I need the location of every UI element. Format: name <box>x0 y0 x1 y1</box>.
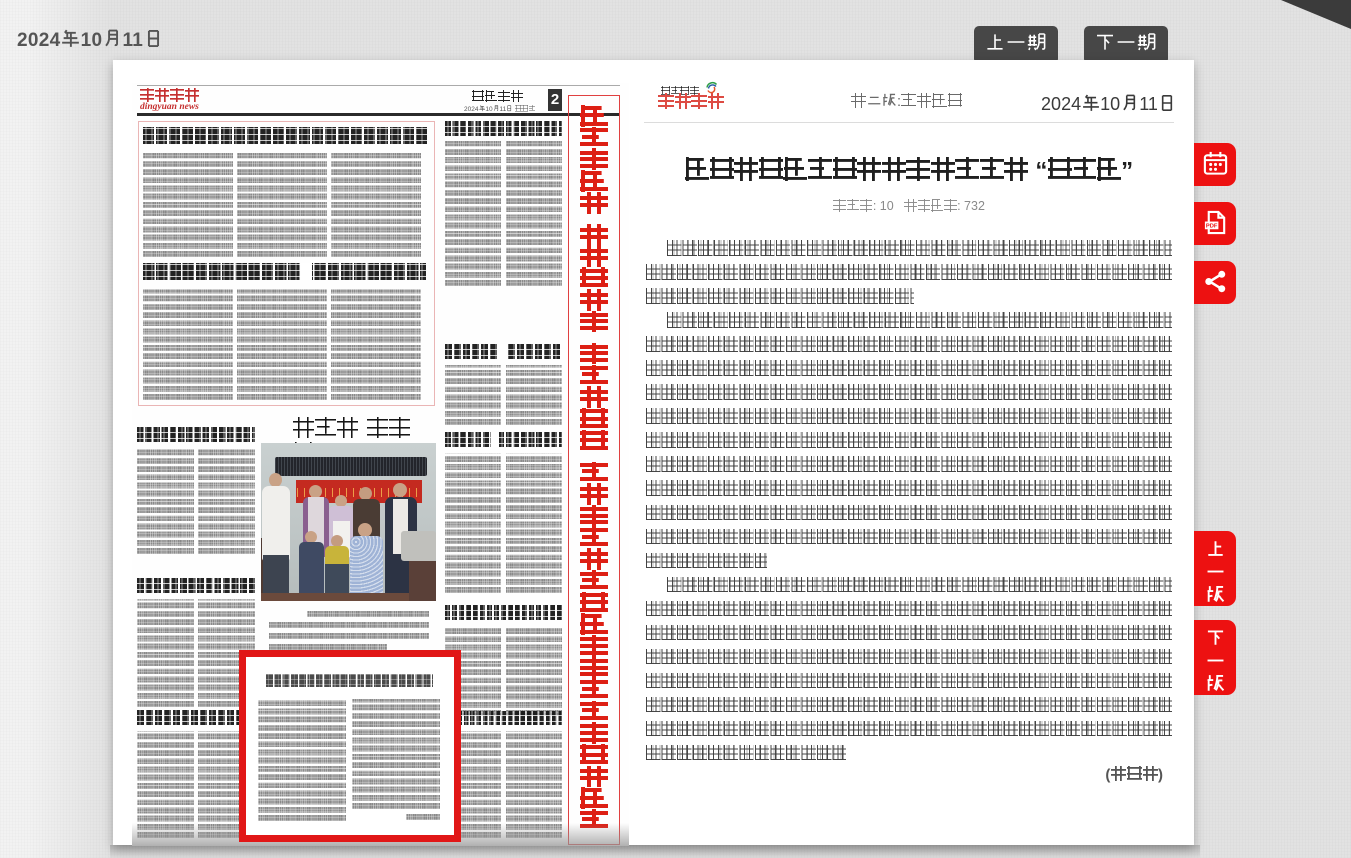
svg-text:PDF: PDF <box>1205 224 1217 230</box>
